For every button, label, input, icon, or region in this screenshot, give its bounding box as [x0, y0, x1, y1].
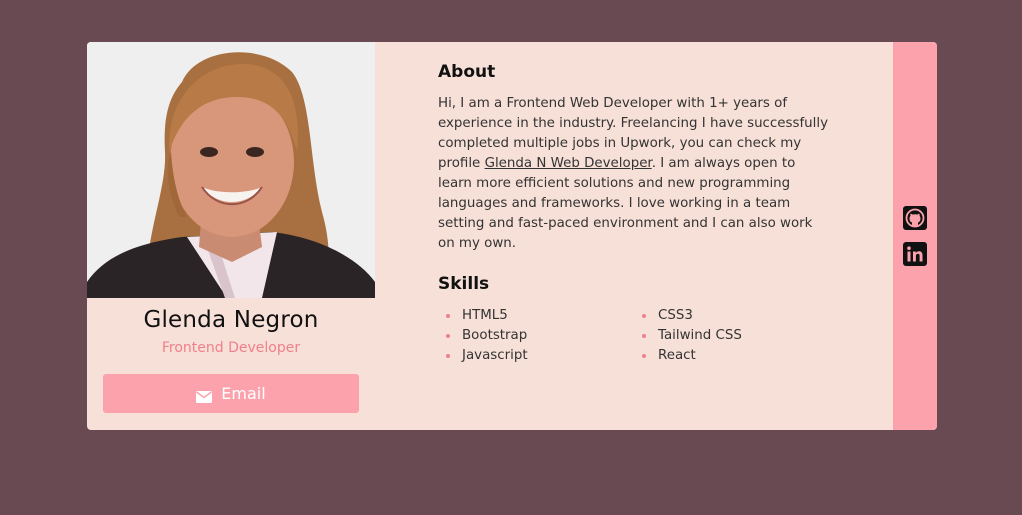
social-sidebar	[893, 42, 937, 430]
profile-photo	[87, 42, 375, 298]
skills-heading: Skills	[438, 274, 490, 294]
upwork-profile-link[interactable]: Glenda N Web Developer	[485, 156, 652, 171]
about-heading: About	[438, 62, 496, 82]
profile-card: Glenda Negron Frontend Developer Email A…	[87, 42, 937, 430]
email-button[interactable]: Email	[103, 374, 359, 413]
skill-item: React	[634, 346, 830, 366]
skill-item: Tailwind CSS	[634, 326, 830, 346]
profile-role: Frontend Developer	[161, 340, 301, 356]
email-button-label: Email	[221, 384, 266, 403]
skill-item: Bootstrap	[438, 326, 634, 346]
linkedin-icon[interactable]	[903, 242, 927, 266]
skill-item: CSS3	[634, 306, 830, 326]
envelope-icon	[196, 388, 213, 403]
profile-name: Glenda Negron	[143, 307, 319, 333]
github-icon[interactable]	[903, 206, 927, 230]
about-text: Hi, I am a Frontend Web Developer with 1…	[438, 94, 833, 254]
profile-column: Glenda Negron Frontend Developer Email	[87, 42, 375, 430]
details-column: About Hi, I am a Frontend Web Developer …	[438, 42, 838, 430]
skill-item: HTML5	[438, 306, 634, 326]
skill-item: Javascript	[438, 346, 634, 366]
skills-list: HTML5 CSS3 Bootstrap Tailwind CSS Javasc…	[438, 306, 838, 366]
